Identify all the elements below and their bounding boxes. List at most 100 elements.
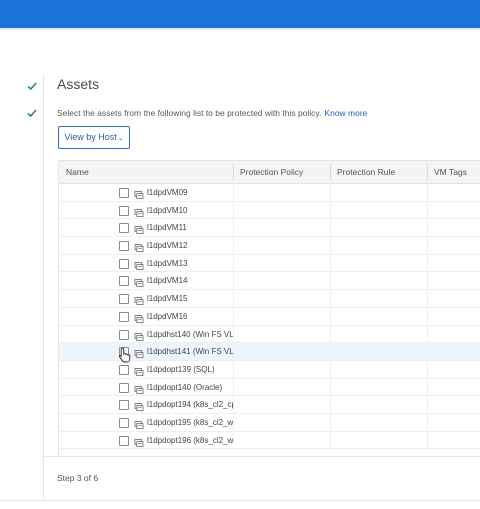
cell-divider: [233, 184, 234, 201]
row-checkbox[interactable]: [119, 364, 129, 375]
virtual-machine-icon: [134, 364, 144, 376]
cell-divider: [330, 219, 331, 237]
asset-name: l1dpdhst141 (Win FS VLA: [147, 347, 233, 357]
virtual-machine-icon: [134, 258, 144, 270]
asset-name: l1dpdVM13: [147, 258, 188, 268]
cell-divider: [233, 360, 234, 378]
asset-name: l1dpdopt140 (Oracle): [147, 382, 223, 392]
table-row[interactable]: l1dpdVM10: [59, 201, 480, 220]
asset-name: l1dpdVM14: [147, 276, 188, 286]
table-row[interactable]: l1dpdVM12: [59, 237, 480, 255]
virtual-machine-icon: [134, 275, 144, 288]
cell-divider: [233, 201, 234, 219]
view-by-dropdown[interactable]: View by Host⌄: [58, 126, 130, 149]
cell-divider: [330, 343, 331, 360]
cell-divider: [233, 396, 234, 413]
table-row[interactable]: l1dpdVM15: [59, 290, 480, 308]
cell-divider: [330, 307, 331, 325]
table-row[interactable]: l1dpdopt194 (k8s_cl2_cp: [59, 396, 480, 414]
cell-divider: [330, 254, 331, 272]
table-row[interactable]: l1dpdopt139 (SQL): [59, 360, 480, 379]
cell-divider: [330, 396, 331, 413]
row-checkbox[interactable]: [119, 241, 129, 252]
row-checkbox[interactable]: [119, 205, 129, 216]
page-bottom-divider: [0, 500, 480, 501]
column-header-protection-policy[interactable]: Protection Policy: [233, 161, 330, 183]
hand-cursor-icon: [119, 347, 131, 363]
cell-divider: [233, 307, 234, 325]
cell-divider: [427, 360, 428, 378]
wizard-step-rail: [43, 74, 44, 500]
asset-name: l1dpdopt194 (k8s_cl2_cp: [147, 400, 233, 410]
virtual-machine-icon: [134, 222, 144, 235]
table-row[interactable]: l1dpdopt196 (k8s_cl2_w2: [59, 431, 480, 450]
cell-divider: [427, 396, 428, 413]
cell-divider: [233, 237, 234, 254]
row-checkbox[interactable]: [119, 276, 129, 287]
column-header-protection-rule[interactable]: Protection Rule: [330, 161, 427, 183]
cell-divider: [233, 219, 234, 237]
row-checkbox[interactable]: [119, 417, 129, 428]
cell-divider: [427, 431, 428, 449]
virtual-machine-icon: [134, 187, 144, 200]
row-checkbox[interactable]: [119, 294, 129, 305]
table-row[interactable]: l1dpdVM16: [59, 307, 480, 326]
cell-divider: [427, 290, 428, 307]
asset-name: l1dpdopt195 (k8s_cl2_w1: [147, 417, 233, 427]
column-header-vm-tags[interactable]: VM Tags: [427, 161, 480, 183]
cell-divider: [330, 201, 331, 219]
table-row[interactable]: l1dpdVM14: [59, 272, 480, 291]
asset-name: l1dpdhst140 (Win FS VLA: [147, 329, 233, 339]
asset-name: l1dpdVM15: [147, 294, 188, 304]
table-row[interactable]: l1dpdhst140 (Win FS VLA: [59, 325, 480, 344]
table-row[interactable]: l1dpdVM11: [59, 219, 480, 238]
cell-divider: [427, 219, 428, 237]
row-checkbox[interactable]: [119, 258, 129, 269]
row-checkbox[interactable]: [119, 435, 129, 446]
assets-hint: Select the assets from the following lis…: [57, 104, 480, 122]
row-checkbox[interactable]: [119, 329, 129, 340]
table-row[interactable]: l1dpdVM13: [59, 254, 480, 273]
virtual-machine-icon: [134, 311, 144, 323]
row-checkbox[interactable]: [119, 311, 129, 322]
chevron-down-icon: ⌄: [117, 135, 124, 142]
cell-divider: [330, 378, 331, 396]
row-checkbox[interactable]: [119, 188, 129, 198]
virtual-machine-icon: [134, 435, 144, 447]
top-app-bar: [0, 0, 480, 28]
table-body: l1dpdVM09 l1dpdVM10 l1dpdVM11 l1dpdVM12 l1dp…: [59, 184, 480, 450]
cell-divider: [233, 272, 234, 290]
cell-divider: [233, 254, 234, 272]
cell-divider: [427, 413, 428, 431]
cell-divider: [427, 325, 428, 343]
cell-divider: [427, 272, 428, 290]
virtual-machine-icon: [134, 240, 144, 253]
row-checkbox[interactable]: [119, 382, 129, 393]
cell-divider: [330, 184, 331, 201]
know-more-link[interactable]: Know more: [324, 108, 367, 118]
table-row[interactable]: l1dpdopt140 (Oracle): [59, 378, 480, 397]
step-complete-check-icon: [26, 107, 38, 119]
column-header-name[interactable]: Name: [59, 161, 233, 183]
view-by-label: View by Host: [64, 132, 117, 142]
asset-name: l1dpdopt196 (k8s_cl2_w2: [147, 435, 233, 445]
cell-divider: [427, 254, 428, 272]
row-checkbox[interactable]: [119, 400, 129, 411]
virtual-machine-icon: [134, 346, 144, 359]
section-title: Assets: [57, 76, 100, 92]
table-row[interactable]: l1dpdopt195 (k8s_cl2_w1: [59, 413, 480, 432]
cell-divider: [233, 431, 234, 449]
table-row[interactable]: l1dpdVM09: [59, 184, 480, 202]
cell-divider: [330, 431, 331, 449]
cell-divider: [427, 237, 428, 254]
table-header: Name Protection Policy Protection Rule V…: [59, 160, 480, 184]
cell-divider: [427, 343, 428, 360]
top-bar-shadow: [0, 28, 480, 31]
cell-divider: [330, 237, 331, 254]
cell-divider: [233, 290, 234, 307]
cell-divider: [330, 413, 331, 431]
row-checkbox[interactable]: [119, 223, 129, 234]
cell-divider: [233, 413, 234, 431]
cell-divider: [233, 378, 234, 396]
asset-name: l1dpdVM10: [147, 205, 188, 215]
